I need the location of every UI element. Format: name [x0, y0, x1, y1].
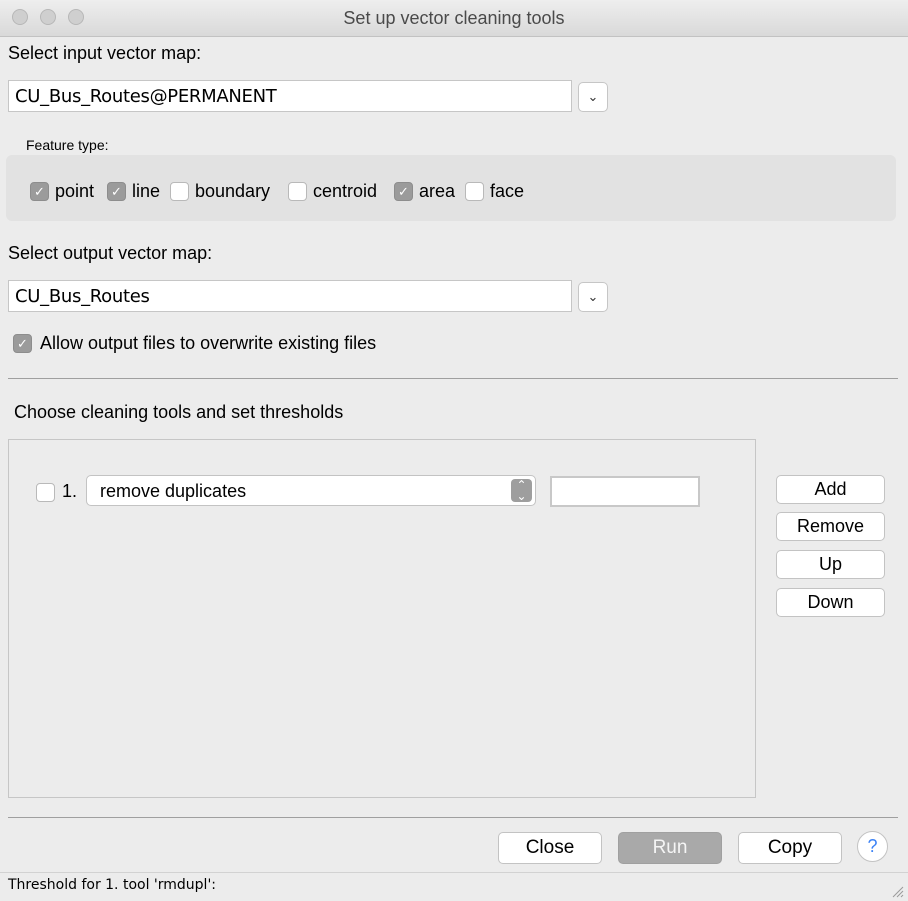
input-map-label: Select input vector map:	[8, 43, 202, 63]
line-checkbox[interactable]: ✓	[107, 182, 126, 201]
status-bar: Threshold for 1. tool 'rmdupl':	[0, 872, 908, 901]
run-button[interactable]: Run	[618, 832, 722, 864]
close-button[interactable]: Close	[498, 832, 602, 864]
copy-button[interactable]: Copy	[738, 832, 842, 864]
output-map-dropdown-button[interactable]: ⌄	[578, 282, 608, 312]
checkmark-icon: ✓	[111, 184, 122, 199]
down-button[interactable]: Down	[776, 588, 885, 617]
output-map-field[interactable]: CU_Bus_Routes	[8, 280, 572, 312]
status-text: Threshold for 1. tool 'rmdupl':	[8, 877, 217, 893]
remove-button[interactable]: Remove	[776, 512, 885, 541]
checkmark-icon: ✓	[17, 336, 28, 351]
chevron-down-icon: ⌄	[587, 89, 599, 104]
tool-row-checkbox[interactable]	[36, 483, 55, 502]
input-map-dropdown-button[interactable]: ⌄	[578, 82, 608, 112]
tool-select-value: remove duplicates	[100, 481, 247, 501]
output-map-label: Select output vector map:	[8, 243, 213, 263]
face-label: face	[490, 181, 525, 201]
chevron-down-icon: ⌄	[587, 289, 599, 304]
tool-row-index: 1.	[62, 481, 78, 501]
boundary-checkbox[interactable]	[170, 182, 189, 201]
centroid-label: centroid	[313, 181, 378, 201]
title-bar: Set up vector cleaning tools	[0, 0, 908, 37]
checkmark-icon: ✓	[34, 184, 45, 199]
area-label: area	[419, 181, 456, 201]
line-label: line	[132, 181, 161, 201]
centroid-checkbox[interactable]	[288, 182, 307, 201]
overwrite-label: Allow output files to overwrite existing…	[40, 333, 377, 353]
point-checkbox[interactable]: ✓	[30, 182, 49, 201]
overwrite-checkbox[interactable]: ✓	[13, 334, 32, 353]
face-checkbox[interactable]	[465, 182, 484, 201]
question-mark-icon: ?	[867, 836, 878, 856]
tool-select[interactable]: remove duplicates ⌃ ⌄	[86, 475, 536, 506]
window-title: Set up vector cleaning tools	[343, 8, 565, 28]
input-map-field[interactable]: CU_Bus_Routes@PERMANENT	[8, 80, 572, 112]
up-down-arrows-icon: ⌃ ⌄	[511, 479, 532, 502]
help-button[interactable]: ?	[857, 831, 888, 862]
up-button[interactable]: Up	[776, 550, 885, 579]
boundary-label: boundary	[195, 181, 271, 201]
feature-type-label: Feature type:	[26, 137, 109, 153]
add-button[interactable]: Add	[776, 475, 885, 504]
resize-grip-icon[interactable]	[890, 884, 904, 898]
area-checkbox[interactable]: ✓	[394, 182, 413, 201]
threshold-input[interactable]	[550, 476, 700, 507]
point-label: point	[55, 181, 95, 201]
cleaning-tools-heading: Choose cleaning tools and set thresholds	[14, 402, 344, 422]
checkmark-icon: ✓	[398, 184, 409, 199]
footer-divider	[8, 817, 898, 818]
divider	[8, 378, 898, 379]
